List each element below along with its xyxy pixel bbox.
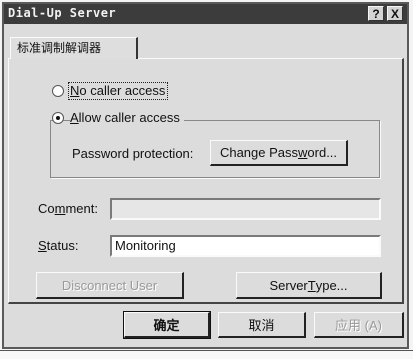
allow-access-radio[interactable] [52,112,64,124]
radio-selected-dot [56,116,60,120]
disconnect-user-button[interactable]: Disconnect User [36,272,184,299]
close-button[interactable]: X [387,6,403,21]
server-type-button[interactable]: Server Type... [236,272,382,299]
comment-label: Comment: [38,201,98,216]
allow-access-label[interactable]: Allow caller access [70,110,184,125]
no-access-radio[interactable] [52,85,64,97]
ok-button[interactable]: 确定 [123,311,211,339]
status-field: Monitoring [110,235,381,257]
password-protection-label: Password protection: [72,146,194,161]
status-label: Status: [38,238,79,253]
change-password-button[interactable]: Change Pass w ord... [210,140,348,166]
window-title: Dial-Up Server [8,6,117,20]
cancel-button[interactable]: 取消 [218,312,306,338]
tab-modem[interactable]: 标准调制解调器 [10,37,138,59]
help-button[interactable]: ? [368,6,384,21]
comment-field[interactable] [110,198,381,220]
focus-rect [68,82,168,100]
apply-button[interactable]: 应用 (A) [314,312,404,338]
